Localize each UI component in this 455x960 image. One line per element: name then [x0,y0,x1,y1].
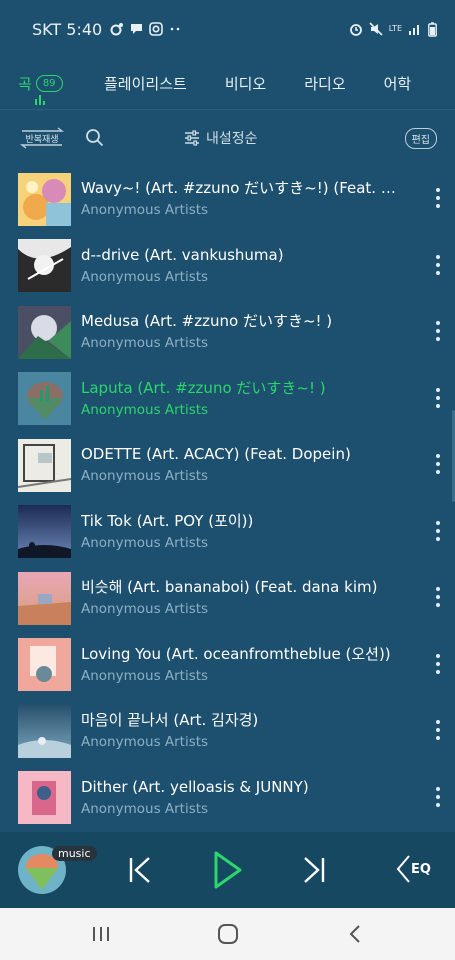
play-icon[interactable] [212,850,244,890]
list-item-now-playing[interactable]: Laputa (Art. #zzuno だいすき~! ) Anonymous Ar… [0,366,455,433]
album-art [18,638,71,692]
song-artist: Anonymous Artists [81,335,209,352]
album-art [18,704,71,758]
tab-language[interactable]: 어학 [384,73,412,94]
list-item[interactable]: Medusa (Art. #zzuno だいすき~! ) Anonymous Ar… [0,299,455,366]
song-title: 마음이 끝나서 (Art. 김자경) [81,711,259,730]
tab-songs[interactable]: 곡 89 [18,73,76,105]
album-art [18,438,71,492]
signal-icon [409,25,419,35]
album-art [18,372,71,426]
album-art [18,305,71,359]
list-item[interactable]: Dither (Art. yelloasis & JUNNY) Anonymous… [0,765,455,832]
more-options-icon[interactable] [435,720,441,740]
sort-sliders-icon [185,130,199,146]
list-item[interactable]: d--drive (Art. vankushuma) Anonymous Arti… [0,233,455,300]
tab-songs-label: 곡 [18,75,32,93]
song-artist: Anonymous Artists [81,601,209,618]
more-options-icon[interactable] [435,520,441,541]
list-item[interactable]: ODETTE (Art. ACACY) (Feat. Dopein) Anonym… [0,432,455,499]
music-badge: music [52,846,97,861]
tab-video[interactable]: 비디오 [225,73,266,94]
search-icon[interactable] [84,127,106,149]
tab-radio[interactable]: 라디오 [304,73,345,94]
album-art [18,172,71,226]
carrier-time: SKT 5:40 [32,19,103,39]
status-bar: SKT 5:40 LTE [0,0,455,58]
song-title: Loving You (Art. oceanfromtheblue (오션)) [81,644,391,663]
song-artist: Anonymous Artists [81,534,209,551]
list-item[interactable]: 비슷해 (Art. bananaboi) (Feat. dana kim) Ano… [0,565,455,632]
repeat-icon [19,127,65,149]
previous-icon[interactable] [128,856,152,884]
album-art [18,571,71,625]
song-title: d--drive (Art. vankushuma) [81,245,284,264]
song-title: ODETTE (Art. ACACY) (Feat. Dopein) [81,445,351,464]
more-options-icon[interactable] [435,188,441,208]
library-tabs: 곡 89 플레이리스트 비디오 라디오 어학 [0,58,455,110]
list-item[interactable]: 마음이 끝나서 (Art. 김자경) Anonymous Artists [0,698,455,765]
chat-icon [131,24,143,34]
more-options-icon[interactable] [435,254,441,275]
list-item[interactable]: Wavy~! (Art. #zzuno だいすき~!) (Feat. T… Ano… [0,166,455,233]
list-item[interactable]: Tik Tok (Art. POY (포이)) Anonymous Artists [0,499,455,566]
song-artist: Anonymous Artists [81,734,209,751]
repeat-button[interactable]: 반복재생 [18,125,66,151]
more-options-icon[interactable] [435,786,441,807]
notification-icon [110,23,124,36]
song-title: Tik Tok (Art. POY (포이)) [81,511,254,530]
more-options-icon[interactable] [435,321,441,341]
playing-indicator-icon [35,95,45,105]
instagram-icon [149,22,164,36]
more-dots-icon [170,27,180,31]
song-title: 비슷해 (Art. bananaboi) (Feat. dana kim) [81,578,378,597]
equalizer-icon [396,855,410,883]
home-icon[interactable] [217,923,239,945]
list-toolbar: 반복재생 내설정순 편집 [0,110,455,166]
sort-label: 내설정순 [206,131,258,147]
more-options-icon[interactable] [435,587,441,607]
back-icon[interactable] [348,924,362,944]
edit-button[interactable]: 편집 [404,127,437,149]
recent-apps-icon[interactable] [92,925,110,943]
album-art [18,771,71,825]
song-artist: Anonymous Artists [81,468,209,485]
song-title: Medusa (Art. #zzuno だいすき~! ) [81,312,333,331]
song-artist: Anonymous Artists [81,667,209,684]
more-options-icon[interactable] [435,653,441,674]
alarm-icon [349,24,362,36]
song-artist: Anonymous Artists [81,800,209,817]
battery-icon [428,21,437,37]
song-artist: Anonymous Artists [81,202,209,219]
song-count-badge: 89 [35,75,63,92]
tab-playlist[interactable]: 플레이리스트 [104,73,187,94]
lte-icon: LTE [389,25,402,33]
song-artist: Anonymous Artists [81,268,209,285]
next-icon[interactable] [302,856,326,884]
lte-label: LTE [388,24,402,33]
sort-button[interactable]: 내설정순 [184,128,258,148]
song-title: Dither (Art. yelloasis & JUNNY) [81,777,309,796]
song-list: Wavy~! (Art. #zzuno だいすき~!) (Feat. T… Ano… [0,166,455,831]
song-title: Laputa (Art. #zzuno だいすき~! ) [81,378,326,397]
song-artist: Anonymous Artists [81,401,209,418]
album-art [18,239,71,293]
more-options-icon[interactable] [435,454,441,474]
system-nav-bar [0,908,455,960]
eq-label: EQ [411,861,431,877]
song-title: Wavy~! (Art. #zzuno だいすき~!) (Feat. T… [81,179,399,198]
mini-player: music EQ [0,832,455,908]
equalizer-button[interactable]: EQ [396,854,431,884]
list-item[interactable]: Loving You (Art. oceanfromtheblue (오션)) A… [0,632,455,699]
more-options-icon[interactable] [435,387,441,408]
album-art [18,505,71,559]
mute-icon [369,22,383,36]
